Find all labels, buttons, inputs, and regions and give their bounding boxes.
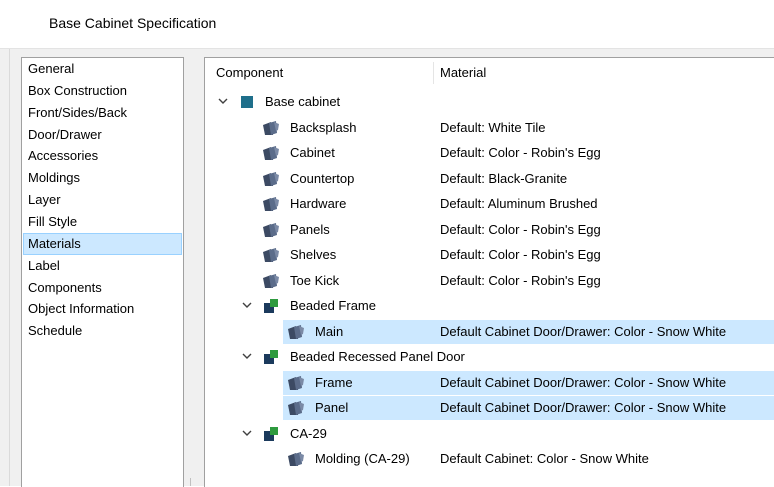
nav-item-door-drawer[interactable]: Door/Drawer xyxy=(23,124,182,146)
material-swatch-icon xyxy=(287,451,305,467)
material-value: Default: Color - Robin's Egg xyxy=(440,221,601,237)
title-bar: Base Cabinet Specification xyxy=(0,0,774,49)
material-value: Default: Color - Robin's Egg xyxy=(440,247,601,262)
list-footer-divider xyxy=(190,478,191,486)
material-value: Default Cabinet Door/Drawer: Color - Sno… xyxy=(440,374,727,390)
nav-item-materials[interactable]: Materials xyxy=(23,232,182,255)
material-value: Default Cabinet Door/Drawer: Color - Sno… xyxy=(440,323,727,339)
column-header-material[interactable]: Material xyxy=(440,58,486,88)
material-swatch-icon xyxy=(262,196,280,212)
material-value: Default: Black-Granite xyxy=(440,170,568,186)
green-corner-icon xyxy=(262,426,280,442)
nav-item-layer[interactable]: Layer xyxy=(23,189,182,211)
component-name: Backsplash xyxy=(290,119,357,135)
material-value: Default: Color - Robin's Egg xyxy=(440,145,601,160)
nav-item-schedule[interactable]: Schedule xyxy=(23,320,182,342)
column-header-component[interactable]: Component xyxy=(216,58,283,88)
material-swatch-icon xyxy=(287,400,305,416)
material-swatch-icon xyxy=(262,247,280,263)
nav-item-moldings[interactable]: Moldings xyxy=(23,167,182,189)
material-swatch-icon xyxy=(262,273,280,289)
material-swatch-icon xyxy=(262,145,280,161)
nav-item-front-sides-back[interactable]: Front/Sides/Back xyxy=(23,102,182,124)
component-name: Beaded Frame xyxy=(290,298,376,313)
chevron-down-icon[interactable] xyxy=(240,422,254,446)
material-swatch-icon xyxy=(287,324,305,340)
nav-item-object-information[interactable]: Object Information xyxy=(23,298,182,320)
dialog-left-margin xyxy=(0,49,10,486)
window-title: Base Cabinet Specification xyxy=(49,15,217,31)
tree-row[interactable]: Hardware Default: Aluminum Brushed xyxy=(205,192,774,216)
tree-row[interactable]: Molding (CA-29) Default Cabinet: Color - … xyxy=(205,447,774,471)
chevron-down-icon[interactable] xyxy=(240,294,254,318)
nav-item-accessories[interactable]: Accessories xyxy=(23,145,182,167)
tree-row[interactable]: Base cabinet xyxy=(205,90,774,114)
component-name: Shelves xyxy=(290,247,337,262)
component-name: Base cabinet xyxy=(265,94,341,109)
nav-item-fill-style[interactable]: Fill Style xyxy=(23,211,182,233)
components-tree[interactable]: Component Material Base cabinet Backsplas… xyxy=(204,57,774,487)
nav-item-box-construction[interactable]: Box Construction xyxy=(23,80,182,102)
component-name: Panels xyxy=(290,221,330,237)
tree-row[interactable]: Beaded Recessed Panel Door xyxy=(205,345,774,369)
material-swatch-icon xyxy=(262,222,280,238)
tree-row[interactable]: Backsplash Default: White Tile xyxy=(205,116,774,140)
chevron-down-icon[interactable] xyxy=(240,345,254,369)
material-value: Default: Aluminum Brushed xyxy=(440,196,598,211)
green-corner-icon xyxy=(262,349,280,365)
component-name: Hardware xyxy=(290,196,347,211)
material-swatch-icon xyxy=(287,375,305,391)
component-name: Main xyxy=(315,323,344,339)
tree-row[interactable]: Main Default Cabinet Door/Drawer: Color -… xyxy=(283,319,774,344)
component-name: Beaded Recessed Panel Door xyxy=(290,349,465,364)
material-swatch-icon xyxy=(262,171,280,187)
green-corner-icon xyxy=(262,298,280,314)
column-separator[interactable] xyxy=(433,62,434,84)
material-value: Default: White Tile xyxy=(440,119,546,135)
component-name: Countertop xyxy=(290,170,355,186)
component-name: Cabinet xyxy=(290,145,335,160)
tree-row[interactable]: Shelves Default: Color - Robin's Egg xyxy=(205,243,774,267)
nav-item-general[interactable]: General xyxy=(23,58,182,80)
tree-row[interactable]: Beaded Frame xyxy=(205,294,774,318)
tree-row[interactable]: Toe Kick Default: Color - Robin's Egg xyxy=(205,269,774,293)
material-swatch-icon xyxy=(262,120,280,136)
tree-row[interactable]: Countertop Default: Black-Granite xyxy=(205,167,774,191)
component-name: Panel xyxy=(315,400,349,415)
tree-row[interactable]: Frame Default Cabinet Door/Drawer: Color … xyxy=(283,370,774,395)
component-name: Frame xyxy=(315,374,353,390)
tree-header: Component Material xyxy=(205,58,774,88)
tree-row[interactable]: Panels Default: Color - Robin's Egg xyxy=(205,218,774,242)
material-value: Default Cabinet Door/Drawer: Color - Sno… xyxy=(440,400,727,415)
tree-row[interactable]: Cabinet Default: Color - Robin's Egg xyxy=(205,141,774,165)
component-name: Toe Kick xyxy=(290,272,340,288)
blue-square-icon xyxy=(238,94,256,110)
tree-row[interactable]: Panel Default Cabinet Door/Drawer: Color … xyxy=(283,396,774,420)
component-name: Molding (CA-29) xyxy=(315,451,410,466)
material-value: Default Cabinet: Color - Snow White xyxy=(440,451,649,466)
nav-item-components[interactable]: Components xyxy=(23,277,182,299)
component-name: CA-29 xyxy=(290,425,327,441)
tree-row[interactable]: CA-29 xyxy=(205,422,774,446)
material-value: Default: Color - Robin's Egg xyxy=(440,272,601,288)
category-list[interactable]: General Box Construction Front/Sides/Back D… xyxy=(21,57,184,487)
nav-item-label[interactable]: Label xyxy=(23,255,182,277)
chevron-down-icon[interactable] xyxy=(216,90,230,114)
